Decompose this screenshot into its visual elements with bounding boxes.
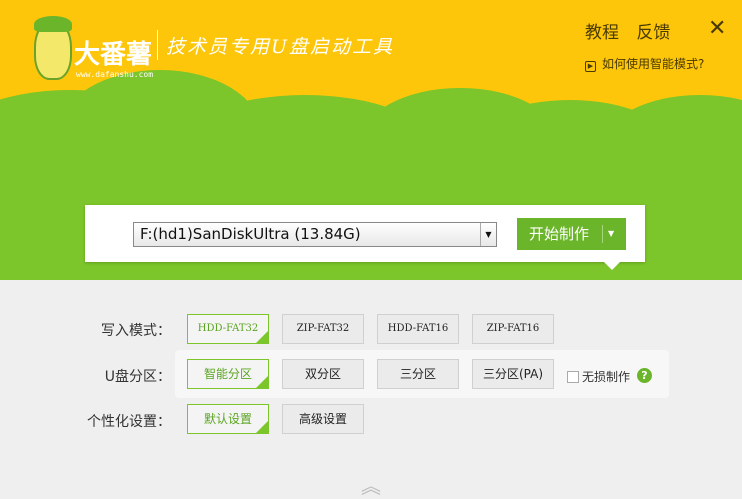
option-zip-fat16[interactable]: ZIP-FAT16 xyxy=(472,314,554,344)
option-dual-partition[interactable]: 双分区 xyxy=(282,359,364,389)
option-advanced-settings[interactable]: 高级设置 xyxy=(282,404,364,434)
lossless-label: 无损制作 xyxy=(582,370,631,384)
logo-url: www.dafanshu.com xyxy=(76,70,154,79)
option-triple-partition-pa[interactable]: 三分区(PA) xyxy=(472,359,554,389)
drive-card: F:(hd1)SanDiskUltra (13.84G) ▼ 开始制作 ▼ xyxy=(85,205,645,270)
dropdown-icon[interactable]: ▼ xyxy=(608,218,614,250)
slogan: 技术员专用U盘启动工具 xyxy=(166,36,395,58)
help-icon[interactable]: ? xyxy=(637,368,652,383)
drive-select-value: F:(hd1)SanDiskUltra (13.84G) xyxy=(140,225,361,243)
logo: 大番薯 www.dafanshu.com xyxy=(14,8,154,80)
mode-help-link[interactable]: ▶ 如何使用智能模式? xyxy=(585,55,704,72)
drive-select[interactable]: F:(hd1)SanDiskUltra (13.84G) ▼ xyxy=(133,222,497,247)
play-icon: ▶ xyxy=(585,61,596,72)
write-mode-label: 写入模式： xyxy=(101,323,171,339)
option-hdd-fat32[interactable]: HDD-FAT32 xyxy=(187,314,269,344)
personalize-label: 个性化设置： xyxy=(87,414,171,430)
logo-text: 大番薯 xyxy=(74,40,153,70)
mascot-icon xyxy=(34,16,72,80)
option-default-settings[interactable]: 默认设置 xyxy=(187,404,269,434)
start-button-label: 开始制作 xyxy=(529,225,590,243)
option-zip-fat32[interactable]: ZIP-FAT32 xyxy=(282,314,364,344)
checkbox[interactable] xyxy=(567,371,579,383)
option-hdd-fat16[interactable]: HDD-FAT16 xyxy=(377,314,459,344)
tutorial-link[interactable]: 教程 xyxy=(585,23,619,43)
lossless-checkbox[interactable]: 无损制作 xyxy=(567,368,630,385)
chevron-up-icon[interactable]: ︽ xyxy=(360,470,382,498)
close-icon[interactable]: ✕ xyxy=(708,16,726,41)
partition-label: U盘分区： xyxy=(104,369,171,385)
chevron-down-icon: ▼ xyxy=(480,223,496,246)
option-smart-partition[interactable]: 智能分区 xyxy=(187,359,269,389)
option-triple-partition[interactable]: 三分区 xyxy=(377,359,459,389)
logo-divider xyxy=(157,30,158,60)
feedback-link[interactable]: 反馈 xyxy=(636,23,670,43)
mode-help-label: 如何使用智能模式? xyxy=(602,57,705,71)
start-button[interactable]: 开始制作 ▼ xyxy=(517,218,626,250)
